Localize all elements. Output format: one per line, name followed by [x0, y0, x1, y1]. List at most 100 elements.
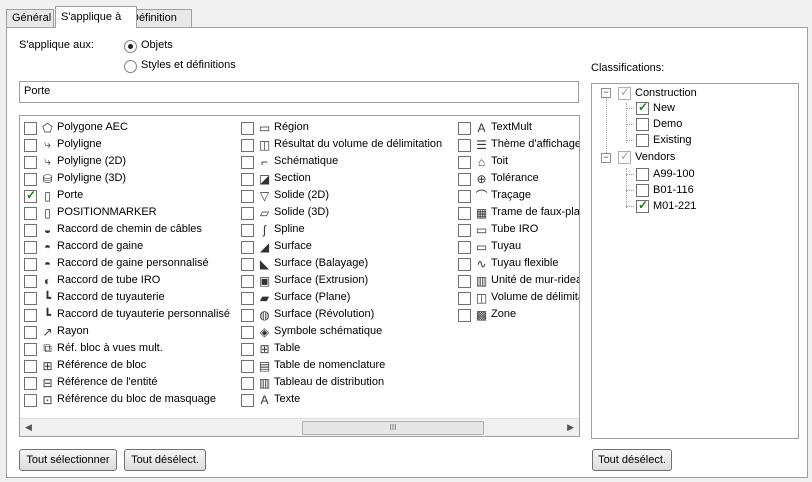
list-item-label: Symbole schématique — [274, 325, 383, 337]
scroll-right-arrow-icon[interactable]: ▶ — [567, 422, 574, 433]
item-checkbox[interactable] — [24, 207, 37, 220]
item-checkbox[interactable] — [24, 258, 37, 271]
item-checkbox[interactable] — [241, 309, 254, 322]
applies-to-label: S'applique aux: — [19, 39, 94, 51]
item-checkbox[interactable] — [241, 360, 254, 373]
collapse-construction-icon[interactable]: − — [601, 88, 611, 98]
tree-node-new[interactable]: New — [653, 102, 675, 114]
scroll-left-arrow-icon[interactable]: ◀ — [25, 422, 32, 433]
item-checkbox[interactable] — [24, 377, 37, 390]
deselect-all-button[interactable]: Tout désélect. — [124, 449, 206, 471]
tree-node-b01-116[interactable]: B01-116 — [653, 184, 694, 196]
item-checkbox[interactable] — [24, 275, 37, 288]
conduit-fitting-icon: ◐ — [43, 273, 52, 288]
item-checkbox[interactable] — [24, 292, 37, 305]
polygon-icon: ⬠ — [42, 120, 53, 135]
item-checkbox[interactable] — [241, 275, 254, 288]
item-checkbox[interactable] — [24, 309, 37, 322]
tree-node-a99-100[interactable]: A99-100 — [653, 168, 695, 180]
tab-panel: S'applique aux: Objets Styles et définit… — [6, 27, 808, 478]
item-checkbox[interactable] — [241, 139, 254, 152]
item-checkbox[interactable] — [241, 394, 254, 407]
tree-checkbox-b01-116[interactable] — [636, 184, 649, 197]
list-item-label: POSITIONMARKER — [57, 206, 157, 218]
tree-node-existing[interactable]: Existing — [653, 134, 692, 146]
item-checkbox[interactable] — [24, 343, 37, 356]
item-checkbox[interactable] — [241, 156, 254, 169]
item-checkbox[interactable] — [241, 377, 254, 390]
item-checkbox[interactable] — [241, 122, 254, 135]
deselect-all-classifications-button[interactable]: Tout désélect. — [592, 449, 672, 471]
radio-objects[interactable] — [124, 40, 137, 53]
item-checkbox[interactable] — [458, 275, 471, 288]
schematic-icon: ⌐ — [260, 154, 268, 169]
object-type-list[interactable]: ⬠ Polygone AEC ⤷ Polyligne ⤷ Polyligne (2D) ⛁ P… — [19, 115, 580, 437]
tree-node-m01-221[interactable]: M01-221 — [653, 200, 696, 212]
tree-node-demo[interactable]: Demo — [653, 118, 682, 130]
radio-styles-label[interactable]: Styles et définitions — [141, 59, 236, 71]
item-checkbox[interactable] — [241, 173, 254, 186]
conduit-icon: ▭ — [475, 222, 488, 237]
item-checkbox[interactable] — [458, 139, 471, 152]
list-item-label: Polygone AEC — [57, 121, 128, 133]
region-icon: ▭ — [258, 120, 271, 135]
radio-objects-label[interactable]: Objets — [141, 39, 173, 51]
item-checkbox[interactable] — [24, 241, 37, 254]
construction-checkbox[interactable] — [618, 85, 631, 100]
surface-icon: ◢ — [259, 239, 270, 254]
item-checkbox[interactable] — [24, 326, 37, 339]
item-checkbox[interactable] — [24, 394, 37, 407]
item-checkbox[interactable] — [241, 241, 254, 254]
tree-checkbox-new[interactable] — [636, 100, 649, 115]
item-checkbox[interactable] — [24, 224, 37, 237]
item-checkbox[interactable] — [458, 309, 471, 322]
list-item-label: Surface — [274, 240, 312, 252]
schedule-table-icon: ▤ — [258, 358, 271, 373]
item-checkbox[interactable] — [241, 224, 254, 237]
tab-general[interactable]: Général — [6, 9, 54, 27]
cable-fitting-icon: ◒ — [43, 222, 52, 237]
ray-icon: ↗ — [42, 324, 53, 339]
scroll-thumb[interactable]: III — [302, 421, 484, 435]
radio-styles[interactable] — [124, 60, 137, 73]
extrusion-surface-icon: ▣ — [258, 273, 271, 288]
item-checkbox[interactable] — [458, 258, 471, 271]
item-checkbox[interactable] — [241, 190, 254, 203]
item-checkbox[interactable] — [458, 156, 471, 169]
tree-checkbox-m01-221[interactable] — [636, 198, 649, 213]
list-item-label: Tuyau — [491, 240, 522, 252]
tab-applies-to[interactable]: S'applique à — [55, 6, 137, 28]
horizontal-scrollbar[interactable]: ◀ III ▶ — [20, 418, 579, 436]
item-checkbox[interactable] — [24, 360, 37, 373]
classification-tree[interactable]: − Construction New Demo Existing − Vendo… — [591, 83, 799, 439]
item-checkbox[interactable] — [24, 139, 37, 152]
item-checkbox[interactable] — [241, 207, 254, 220]
vendors-checkbox[interactable] — [618, 149, 631, 164]
item-checkbox[interactable] — [458, 292, 471, 305]
item-checkbox[interactable] — [24, 188, 37, 203]
multiview-block-icon: ⧉ — [43, 341, 52, 355]
tree-node-vendors[interactable]: Vendors — [635, 151, 675, 163]
item-checkbox[interactable] — [458, 241, 471, 254]
tree-checkbox-existing[interactable] — [636, 134, 649, 147]
item-checkbox[interactable] — [458, 207, 471, 220]
object-filter-input[interactable]: Porte — [19, 81, 579, 103]
item-checkbox[interactable] — [458, 190, 471, 203]
plane-surface-icon: ▰ — [259, 290, 270, 305]
select-all-button[interactable]: Tout sélectionner — [19, 449, 117, 471]
item-checkbox[interactable] — [241, 292, 254, 305]
item-checkbox[interactable] — [24, 156, 37, 169]
collapse-vendors-icon[interactable]: − — [601, 153, 611, 163]
tree-node-construction[interactable]: Construction — [635, 87, 697, 99]
item-checkbox[interactable] — [241, 343, 254, 356]
item-checkbox[interactable] — [24, 173, 37, 186]
tree-checkbox-a99-100[interactable] — [636, 168, 649, 181]
bounding-volume-icon: ◫ — [475, 290, 488, 305]
item-checkbox[interactable] — [241, 326, 254, 339]
tree-checkbox-demo[interactable] — [636, 118, 649, 131]
item-checkbox[interactable] — [458, 173, 471, 186]
item-checkbox[interactable] — [241, 258, 254, 271]
item-checkbox[interactable] — [24, 122, 37, 135]
item-checkbox[interactable] — [458, 224, 471, 237]
item-checkbox[interactable] — [458, 122, 471, 135]
